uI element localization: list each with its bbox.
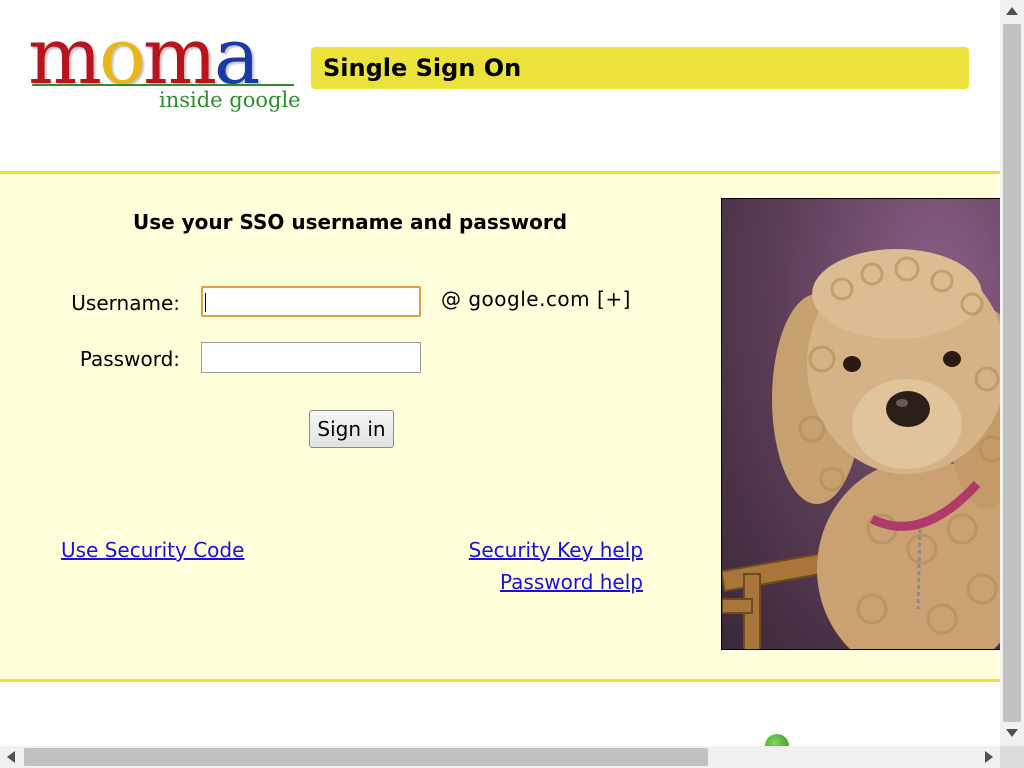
scroll-left-arrow-icon[interactable]	[7, 751, 15, 763]
password-help-link[interactable]: Password help	[500, 570, 643, 594]
domain-selector[interactable]: @ google.com [+]	[441, 287, 631, 311]
green-dot-icon	[765, 734, 789, 746]
moma-logo: moma inside google	[28, 18, 301, 118]
dog-photo	[721, 198, 1000, 650]
text-caret	[205, 293, 206, 312]
use-security-code-link[interactable]: Use Security Code	[61, 538, 244, 562]
username-input[interactable]	[201, 286, 421, 317]
password-input[interactable]	[201, 342, 421, 373]
username-label: Username:	[71, 291, 180, 315]
poodle-dog-image	[722, 249, 1000, 649]
scroll-right-arrow-icon[interactable]	[985, 751, 993, 763]
dog-eye-right	[943, 351, 961, 367]
horizontal-scrollbar-thumb[interactable]	[24, 748, 708, 766]
security-key-help-link[interactable]: Security Key help	[469, 538, 643, 562]
dog-eye-left	[843, 356, 861, 372]
scroll-up-arrow-icon[interactable]	[1006, 7, 1018, 15]
scrollbar-corner	[1000, 746, 1024, 768]
dog-nose	[886, 391, 930, 427]
page-viewport: moma inside google Single Sign On Use yo…	[0, 0, 1000, 746]
scroll-down-arrow-icon[interactable]	[1006, 729, 1018, 737]
logo-underline	[32, 84, 294, 86]
sign-in-button[interactable]: Sign in	[309, 410, 394, 448]
password-label: Password:	[79, 347, 180, 371]
form-heading: Use your SSO username and password	[132, 210, 568, 234]
page-title: Single Sign On	[323, 54, 522, 82]
login-panel: Use your SSO username and password Usern…	[0, 171, 1000, 682]
logo-tagline: inside google	[159, 88, 301, 112]
vertical-scrollbar-thumb[interactable]	[1003, 24, 1021, 722]
title-bar: Single Sign On	[311, 47, 969, 89]
